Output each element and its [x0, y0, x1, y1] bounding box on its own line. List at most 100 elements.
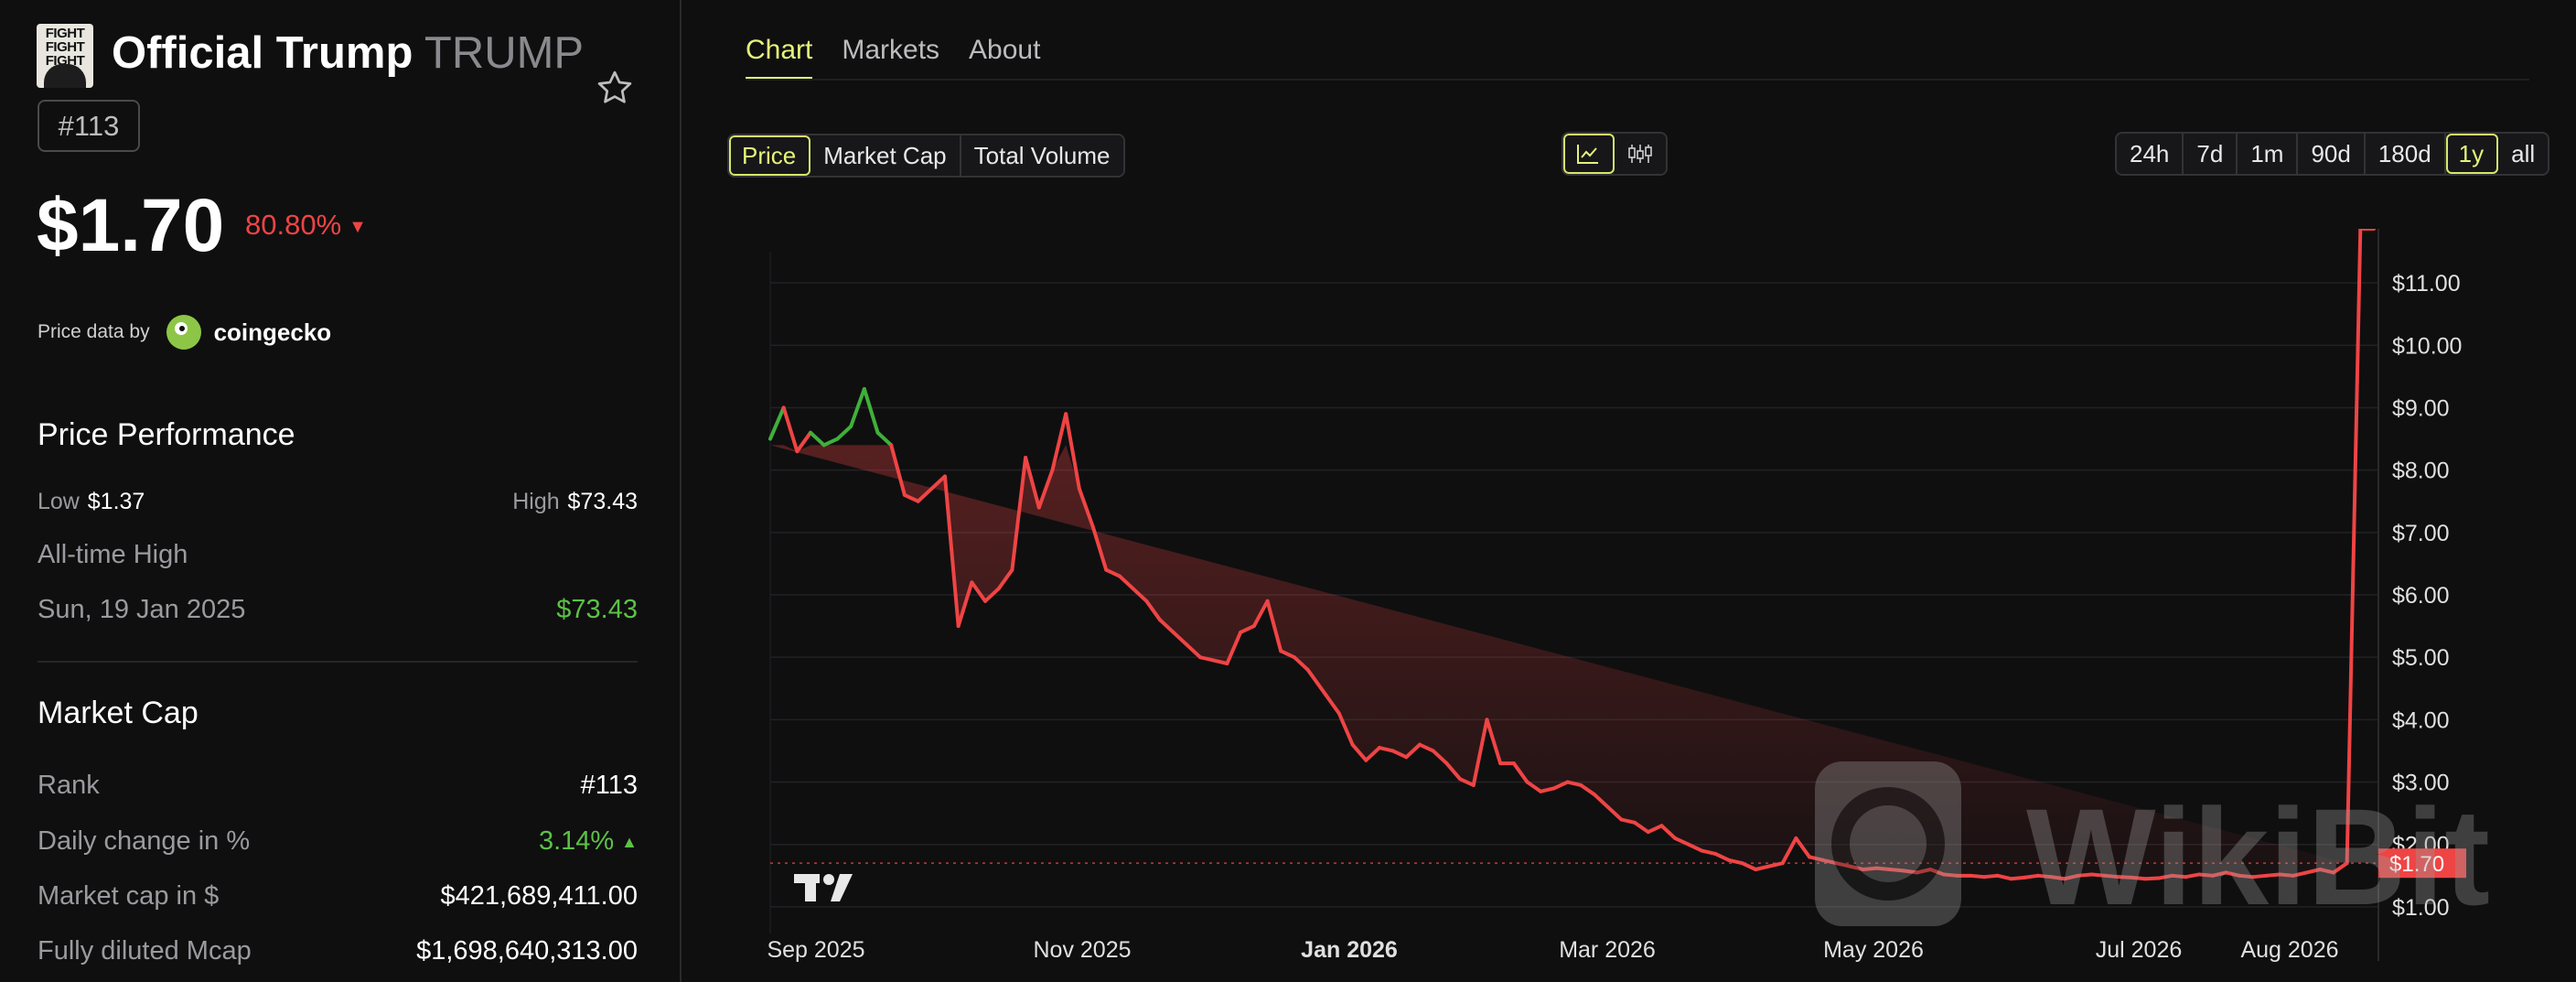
price-line-segment — [2170, 873, 2188, 879]
price-data-attribution: Price data by coingecko — [38, 315, 331, 350]
time-range-selector: 24h 7d 1m 90d 180d 1y all — [2115, 132, 2550, 176]
total-volume-button[interactable]: Total Volume — [961, 135, 1123, 176]
range-all-button[interactable]: all — [2498, 134, 2549, 174]
rank-label: Rank — [38, 771, 100, 800]
current-price-label: $1.70 — [2389, 852, 2444, 877]
down-arrow-icon: ▼ — [349, 217, 367, 237]
price-line-segment — [2116, 875, 2134, 879]
price-line-segment — [2345, 229, 2363, 866]
x-tick-label: Jul 2026 — [2096, 937, 2183, 963]
coingecko-logo-icon — [166, 315, 201, 350]
tab-about[interactable]: About — [969, 35, 1040, 80]
rank-value: #113 — [580, 771, 638, 800]
coin-title: Official Trump TRUMP — [112, 27, 584, 79]
market-cap-value: $421,689,411.00 — [440, 881, 638, 911]
price-line-segment — [2049, 875, 2067, 881]
coin-symbol: TRUMP — [424, 28, 585, 78]
tab-markets[interactable]: Markets — [842, 35, 939, 80]
daily-change-label: Daily change in % — [38, 826, 251, 856]
range-7d-button[interactable]: 7d — [2184, 134, 2238, 174]
range-24h-button[interactable]: 24h — [2117, 134, 2184, 174]
fdv-row: Fully diluted Mcap $1,698,640,313.00 — [38, 936, 638, 966]
x-tick-label: Aug 2026 — [2240, 937, 2338, 963]
x-tick-label: Sep 2025 — [767, 937, 864, 963]
price-line-segment — [2278, 872, 2295, 878]
divider — [38, 661, 638, 663]
price-data-label: Price data by — [38, 321, 150, 342]
y-tick-label: $7.00 — [2392, 521, 2450, 546]
y-tick-label: $4.00 — [2392, 707, 2450, 733]
price-change-value: 80.80% — [245, 209, 342, 241]
metric-selector: Price Market Cap Total Volume — [727, 134, 1125, 178]
price-line-segment — [2156, 873, 2174, 880]
x-tick-label: Nov 2025 — [1033, 937, 1131, 963]
y-tick-label: $8.00 — [2392, 459, 2450, 484]
range-1y-button[interactable]: 1y — [2445, 134, 2499, 174]
price-line-segment — [1888, 868, 1905, 873]
star-icon[interactable] — [595, 68, 635, 108]
y-tick-label: $9.00 — [2392, 395, 2450, 421]
price-line-segment — [1941, 872, 1959, 878]
price-chart[interactable]: $11.00 $10.00 $9.00 $8.00 $7.00 $6.00 $5.00 $4.… — [732, 229, 2576, 982]
coingecko-link[interactable]: coingecko — [214, 318, 332, 347]
price-line-segment — [2184, 872, 2202, 879]
range-90d-button[interactable]: 90d — [2298, 134, 2366, 174]
coin-logo: FIGHT FIGHT FIGHT — [37, 24, 93, 88]
price-line-segment — [768, 405, 786, 441]
price-line-segment — [2238, 873, 2255, 879]
market-cap-label: Market cap in $ — [38, 881, 220, 911]
range-180d-button[interactable]: 180d — [2365, 134, 2446, 174]
fdv-value: $1,698,640,313.00 — [416, 936, 638, 966]
market-cap-button[interactable]: Market Cap — [810, 135, 961, 176]
price-line-segment — [2197, 872, 2215, 878]
high-value: $73.43 — [567, 489, 638, 514]
ath-row: Sun, 19 Jan 2025 $73.43 — [38, 595, 638, 625]
daily-change-value: 3.14% — [538, 826, 615, 856]
main-tabs: Chart Markets About — [746, 35, 1040, 80]
price-line-segment — [2023, 873, 2040, 879]
y-tick-label: $1.00 — [2392, 895, 2450, 921]
chart-type-selector — [1562, 132, 1668, 176]
tabs-underline — [746, 79, 2529, 81]
price-button[interactable]: Price — [729, 135, 811, 176]
price-line-segment — [2264, 872, 2282, 878]
price-line-segment — [862, 387, 880, 435]
coin-logo-text-1: FIGHT — [45, 26, 85, 41]
price-line-segment — [2250, 873, 2269, 879]
x-tick-label: Jan 2026 — [1301, 937, 1398, 963]
price-line-segment — [2089, 872, 2108, 878]
coin-logo-figure — [44, 64, 86, 88]
price-line-segment — [2035, 873, 2054, 879]
price-line-segment — [2130, 875, 2148, 881]
price-line-segment — [835, 424, 853, 441]
price-line-segment — [1901, 869, 1919, 875]
line-chart-icon — [1577, 145, 1598, 164]
price-line-segment — [2009, 875, 2027, 881]
current-price: $1.70 — [37, 184, 225, 267]
coin-info-panel: FIGHT FIGHT FIGHT Official Trump TRUMP #… — [0, 0, 682, 982]
tab-chart[interactable]: Chart — [746, 35, 813, 80]
line-chart-button[interactable] — [1563, 134, 1615, 174]
price-line-segment — [781, 405, 800, 454]
candlestick-button[interactable] — [1615, 134, 1666, 174]
low-label: Low — [38, 489, 80, 514]
ath-label-row: All-time High — [38, 540, 638, 570]
y-tick-label: $11.00 — [2392, 271, 2461, 297]
rank-badge: #113 — [38, 100, 140, 152]
y-tick-label: $6.00 — [2392, 583, 2450, 609]
x-tick-label: Mar 2026 — [1559, 937, 1656, 963]
range-1m-button[interactable]: 1m — [2238, 134, 2299, 174]
tradingview-logo-icon — [794, 874, 853, 901]
price-performance-title: Price Performance — [38, 417, 295, 452]
price-line-segment — [2103, 873, 2120, 879]
rank-row: Rank #113 — [38, 771, 638, 801]
price-line-segment — [1981, 873, 2000, 879]
high-label: High — [512, 489, 560, 514]
daily-change-row: Daily change in % 3.14% ▲ — [38, 826, 638, 857]
price-change: 80.80% ▼ — [245, 209, 367, 242]
y-tick-label: $10.00 — [2392, 333, 2462, 359]
low-high-row: Low $1.37 High $73.43 — [38, 489, 638, 515]
candlestick-icon — [1628, 145, 1652, 163]
price-line-segment — [809, 430, 826, 448]
y-tick-label: $5.00 — [2392, 645, 2450, 671]
